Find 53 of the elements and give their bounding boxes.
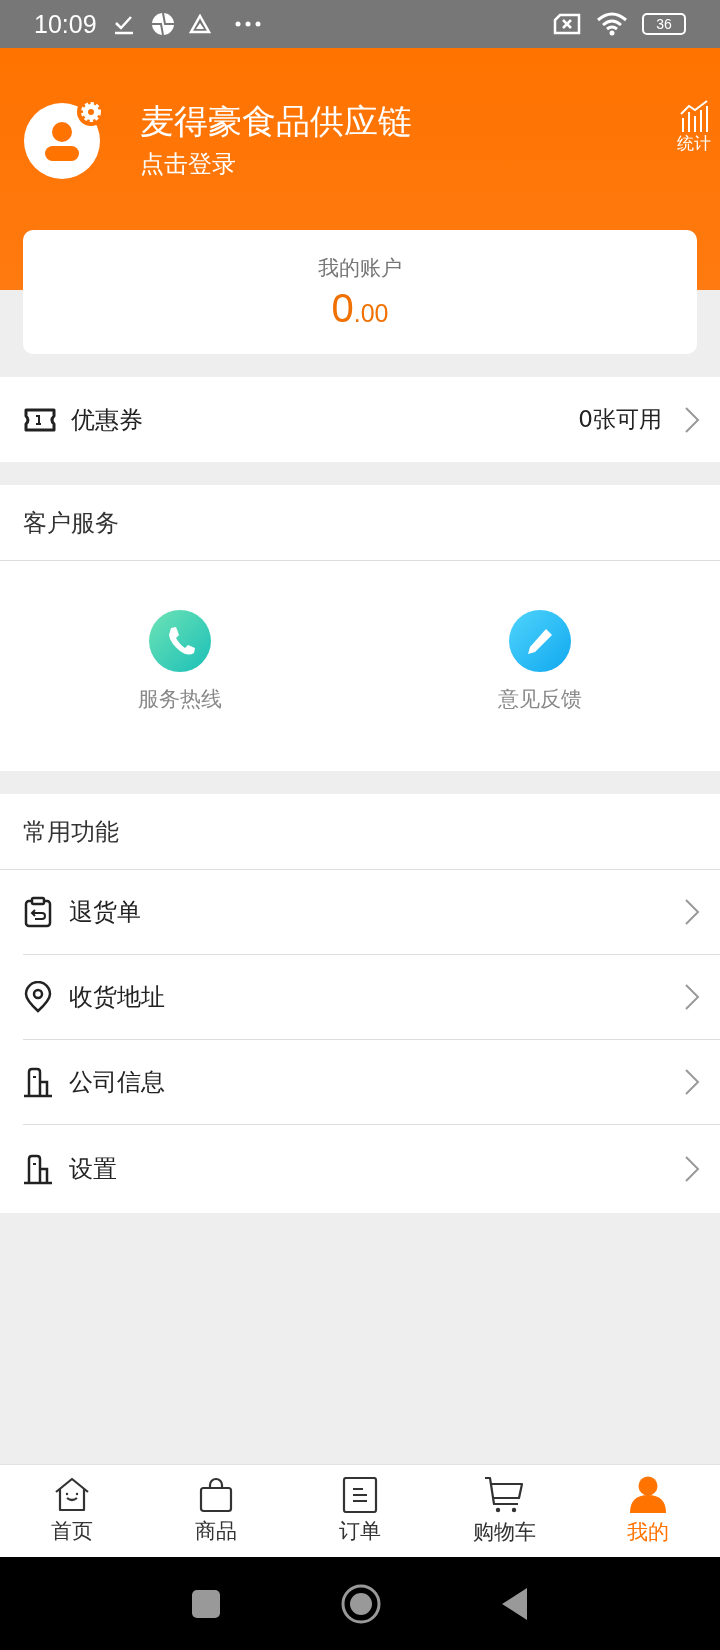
menu-label: 退货单 [69,897,141,928]
tab[interactable]: 订单 [288,1465,432,1557]
chevron-right-icon [684,898,700,926]
triangle-icon [188,14,211,34]
status-time: 10:09 [34,9,97,39]
menu-label: 收货地址 [69,982,165,1013]
chevron-right-icon [684,1068,700,1096]
coupon-row[interactable]: 优惠券 0张可用 [0,377,720,462]
coupon-label: 优惠券 [71,404,143,436]
menu-row[interactable]: 收货地址 [23,955,720,1040]
account-label: 我的账户 [318,254,402,282]
account-balance: 0.00 [331,285,389,331]
tab[interactable]: 商品 [144,1465,288,1557]
coupon-count: 0张可用 [578,405,662,434]
phone-icon [148,609,212,673]
recents-button[interactable] [191,1588,221,1619]
tab[interactable]: 首页 [0,1465,144,1557]
chart-icon [679,99,709,132]
menu-row[interactable]: 设置 [23,1125,720,1213]
ticket-icon [23,407,57,432]
building-icon [23,1153,53,1185]
more-icon [234,21,261,27]
back-button[interactable] [501,1586,529,1621]
menu-row[interactable]: 公司信息 [23,1040,720,1125]
section-title: 常用功能 [0,794,720,870]
person-icon [628,1476,668,1514]
cart-icon [484,1476,524,1514]
menu-label: 公司信息 [69,1067,165,1098]
home-icon [53,1477,91,1513]
document-icon [341,1477,379,1513]
account-card[interactable]: 我的账户 0.00 [23,230,697,354]
service-item[interactable]: 服务热线 [0,561,360,771]
service-item[interactable]: 意见反馈 [360,561,720,771]
aperture-icon [150,12,175,36]
menu-row[interactable]: 退货单 [23,870,720,955]
company-name: 麦得豪食品供应链 [140,101,413,141]
location-pin-icon [23,981,53,1013]
home-button[interactable] [341,1583,381,1624]
menu-label: 设置 [69,1154,117,1185]
tab[interactable]: 购物车 [432,1465,576,1557]
section-title: 客户服务 [0,485,720,561]
wifi-icon [596,12,628,36]
chevron-right-icon [684,1155,700,1183]
clipboard-icon [23,896,53,928]
service-label: 意见反馈 [498,686,582,713]
no-sim-icon [552,13,582,35]
pencil-icon [508,609,572,673]
battery-level: 36 [656,16,672,32]
building-icon [23,1066,53,1098]
bag-icon [197,1477,235,1513]
chevron-right-icon [684,405,700,434]
service-label: 服务热线 [138,686,222,713]
chevron-right-icon [684,983,700,1011]
